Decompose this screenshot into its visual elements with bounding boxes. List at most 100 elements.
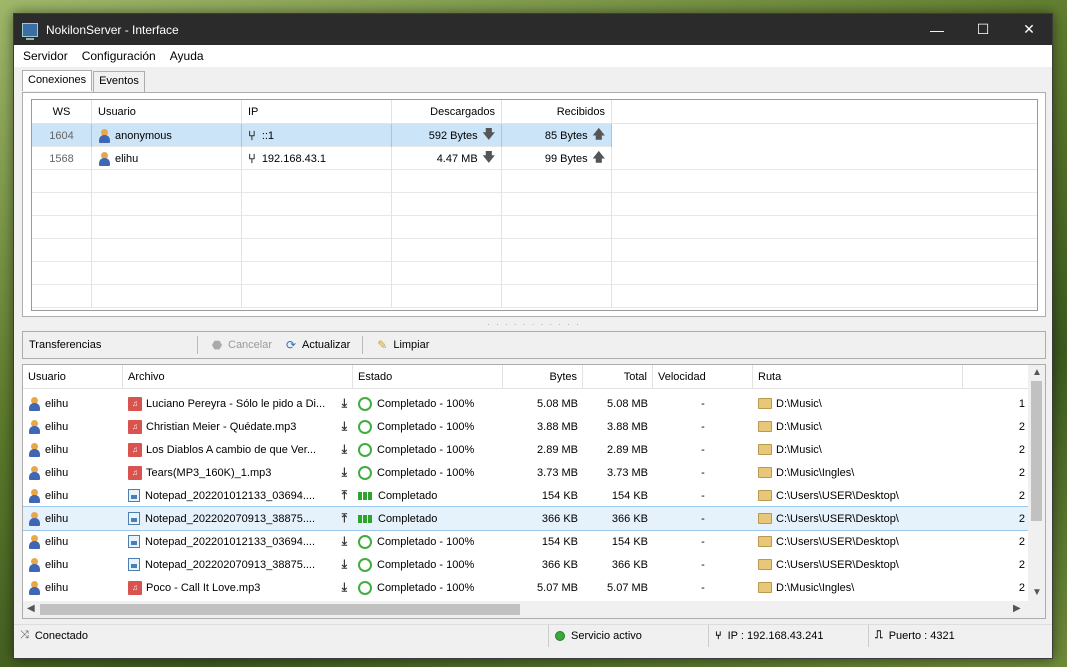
cell-recv bbox=[502, 239, 612, 262]
cell-user: elihu bbox=[23, 461, 123, 484]
menu-bar: Servidor Configuración Ayuda bbox=[14, 45, 1052, 67]
connection-row[interactable]: 1568 elihu ⑂ 192.168.43.1 4.47 MB 🡇 99 Bytes 🡅 bbox=[32, 147, 1037, 170]
user-icon bbox=[28, 557, 41, 572]
cell-text: D:\Music\Ingles\ bbox=[776, 466, 855, 479]
clear-button[interactable]: ✎ Limpiar bbox=[369, 338, 435, 352]
cell-text: elihu bbox=[45, 443, 69, 456]
transfer-row[interactable]: elihu ♫ Los Diablos A cambio de que Ver...… bbox=[23, 438, 1028, 461]
column-header-file[interactable]: Archivo bbox=[123, 365, 353, 388]
column-header-recv[interactable]: Recibidos bbox=[502, 100, 612, 123]
column-header-total[interactable]: Total bbox=[583, 365, 653, 388]
user-icon bbox=[98, 128, 111, 143]
cell-ip bbox=[242, 239, 392, 262]
refresh-label: Actualizar bbox=[302, 339, 351, 351]
column-header-user[interactable]: Usuario bbox=[23, 365, 123, 388]
horizontal-scroll-thumb[interactable] bbox=[40, 604, 520, 615]
connection-row bbox=[32, 262, 1037, 285]
cell-speed: - bbox=[653, 530, 753, 553]
user-icon bbox=[28, 488, 41, 503]
minimize-button[interactable]: — bbox=[914, 14, 960, 45]
clear-label: Limpiar bbox=[393, 339, 430, 351]
transfer-row[interactable]: elihu Notepad_202202070913_38875.... ⤓ Comp… bbox=[23, 553, 1028, 576]
cancel-icon: ⬣ bbox=[211, 338, 223, 352]
cell-user: elihu bbox=[23, 530, 123, 553]
cell-total: 2.89 MB bbox=[583, 438, 653, 461]
transfer-row[interactable]: elihu Notepad_202202070913_38875.... ⤒ Comp… bbox=[23, 506, 1029, 531]
scroll-up-icon[interactable]: ▲ bbox=[1032, 367, 1042, 378]
cell-ip bbox=[242, 216, 392, 239]
cell-total: 154 KB bbox=[583, 484, 653, 507]
cell-status: Completado - 100% bbox=[353, 438, 503, 461]
cell-path: D:\Music\ bbox=[753, 392, 963, 415]
menu-configuracion[interactable]: Configuración bbox=[75, 49, 163, 63]
folder-icon bbox=[758, 444, 772, 455]
scroll-right-icon[interactable]: ▶ bbox=[1013, 603, 1021, 614]
cell-text: 3.73 MB bbox=[607, 466, 648, 479]
maximize-button[interactable]: ☐ bbox=[960, 14, 1006, 45]
column-header-status[interactable]: Estado bbox=[353, 365, 503, 388]
column-header-path[interactable]: Ruta bbox=[753, 365, 963, 388]
cell-user: elihu bbox=[23, 507, 123, 530]
cell-user bbox=[92, 216, 242, 239]
cell-text: 5.08 MB bbox=[607, 397, 648, 410]
cell-text: - bbox=[701, 443, 705, 456]
transfer-row[interactable]: elihu ♫ Tears(MP3_160K)_1.mp3 ⤓ Completado -… bbox=[23, 461, 1028, 484]
vertical-scrollbar[interactable]: ▲ ▼ bbox=[1028, 365, 1045, 602]
cell-text: 366 KB bbox=[541, 558, 578, 571]
scroll-left-icon[interactable]: ◀ bbox=[27, 603, 35, 614]
cell-bytes: 154 KB bbox=[503, 530, 583, 553]
cancel-button[interactable]: ⬣ Cancelar bbox=[204, 338, 278, 352]
vertical-scroll-thumb[interactable] bbox=[1031, 381, 1042, 521]
cell-text: elihu bbox=[45, 535, 69, 548]
scroll-down-icon[interactable]: ▼ bbox=[1032, 587, 1042, 598]
cell-text: elihu bbox=[45, 420, 69, 433]
connections-grid[interactable]: WS Usuario IP Descargados Recibidos 1604 anony… bbox=[31, 99, 1038, 311]
refresh-button[interactable]: ⟳ Actualizar bbox=[278, 338, 356, 352]
column-header-user[interactable]: Usuario bbox=[92, 100, 242, 123]
cell-recv: 85 Bytes 🡅 bbox=[502, 124, 612, 147]
cell-total: 5.07 MB bbox=[583, 576, 653, 599]
status-service: Servicio activo bbox=[548, 624, 708, 647]
column-header-extra[interactable] bbox=[963, 365, 1030, 388]
cell-file: Notepad_202202070913_38875.... ⤓ bbox=[123, 553, 353, 576]
audio-file-icon: ♫ bbox=[128, 396, 142, 411]
status-bar: ⤨ Conectado Servicio activo ⑂ IP : 192.1… bbox=[14, 624, 1052, 647]
tab-eventos[interactable]: Eventos bbox=[93, 71, 145, 92]
cell-path: D:\Music\ bbox=[753, 415, 963, 438]
transfer-row[interactable]: elihu ♫ Poco - Call It Love.mp3 ⤓ Completado… bbox=[23, 576, 1028, 599]
connection-row[interactable]: 1604 anonymous ⑂::1 592 Bytes 🡇 85 Bytes 🡅 bbox=[32, 124, 612, 147]
menu-servidor[interactable]: Servidor bbox=[16, 49, 75, 63]
complete-circle-icon bbox=[358, 396, 372, 411]
transfer-row[interactable]: elihu ♫ Luciano Pereyra - Sólo le pido a D… bbox=[23, 392, 1028, 415]
cell-speed: - bbox=[653, 553, 753, 576]
folder-icon bbox=[758, 582, 772, 593]
cell-ws bbox=[32, 170, 92, 193]
column-header-speed[interactable]: Velocidad bbox=[653, 365, 753, 388]
transfers-grid[interactable]: elihu ♫ Poco - Call It Love.mp3 ⤓ Completado… bbox=[22, 364, 1046, 619]
cell-path: C:\Users\USER\Desktop\ bbox=[753, 553, 963, 576]
splitter-handle[interactable]: · · · · · · · · · · · bbox=[14, 320, 1054, 329]
cell-speed: - bbox=[653, 392, 753, 415]
cell-status: Completado bbox=[353, 484, 503, 507]
cell-path: D:\Music\Ingles\ bbox=[753, 576, 963, 599]
column-header-ip[interactable]: IP bbox=[242, 100, 392, 123]
cell-bytes: 2.89 MB bbox=[503, 438, 583, 461]
transfer-row[interactable]: elihu Notepad_202201012133_03694.... ⤓ Comp… bbox=[23, 530, 1028, 553]
close-button[interactable]: ✕ bbox=[1006, 14, 1052, 45]
column-header-down[interactable]: Descargados bbox=[392, 100, 502, 123]
title-bar[interactable]: NokilonServer - Interface — ☐ ✕ bbox=[14, 14, 1052, 45]
cell-text: 2.89 MB bbox=[537, 443, 578, 456]
horizontal-scrollbar[interactable]: ◀ ▶ bbox=[23, 601, 1045, 618]
transfer-row[interactable]: elihu ♫ Christian Meier - Quédate.mp3 ⤓ Comp… bbox=[23, 415, 1028, 438]
tab-conexiones[interactable]: Conexiones bbox=[22, 70, 93, 91]
menu-ayuda[interactable]: Ayuda bbox=[163, 49, 211, 63]
cell-text: 2.89 MB bbox=[607, 443, 648, 456]
download-icon: ⤓ bbox=[341, 580, 347, 594]
column-header-bytes[interactable]: Bytes bbox=[503, 365, 583, 388]
download-icon: ⤓ bbox=[341, 442, 347, 456]
transfer-row[interactable]: elihu Notepad_202201012133_03694.... ⤒ Comp… bbox=[23, 484, 1028, 507]
service-status-icon bbox=[555, 630, 565, 641]
cell-speed: - bbox=[653, 484, 753, 507]
cell-bytes: 5.08 MB bbox=[503, 392, 583, 415]
column-header-ws[interactable]: WS bbox=[32, 100, 92, 123]
